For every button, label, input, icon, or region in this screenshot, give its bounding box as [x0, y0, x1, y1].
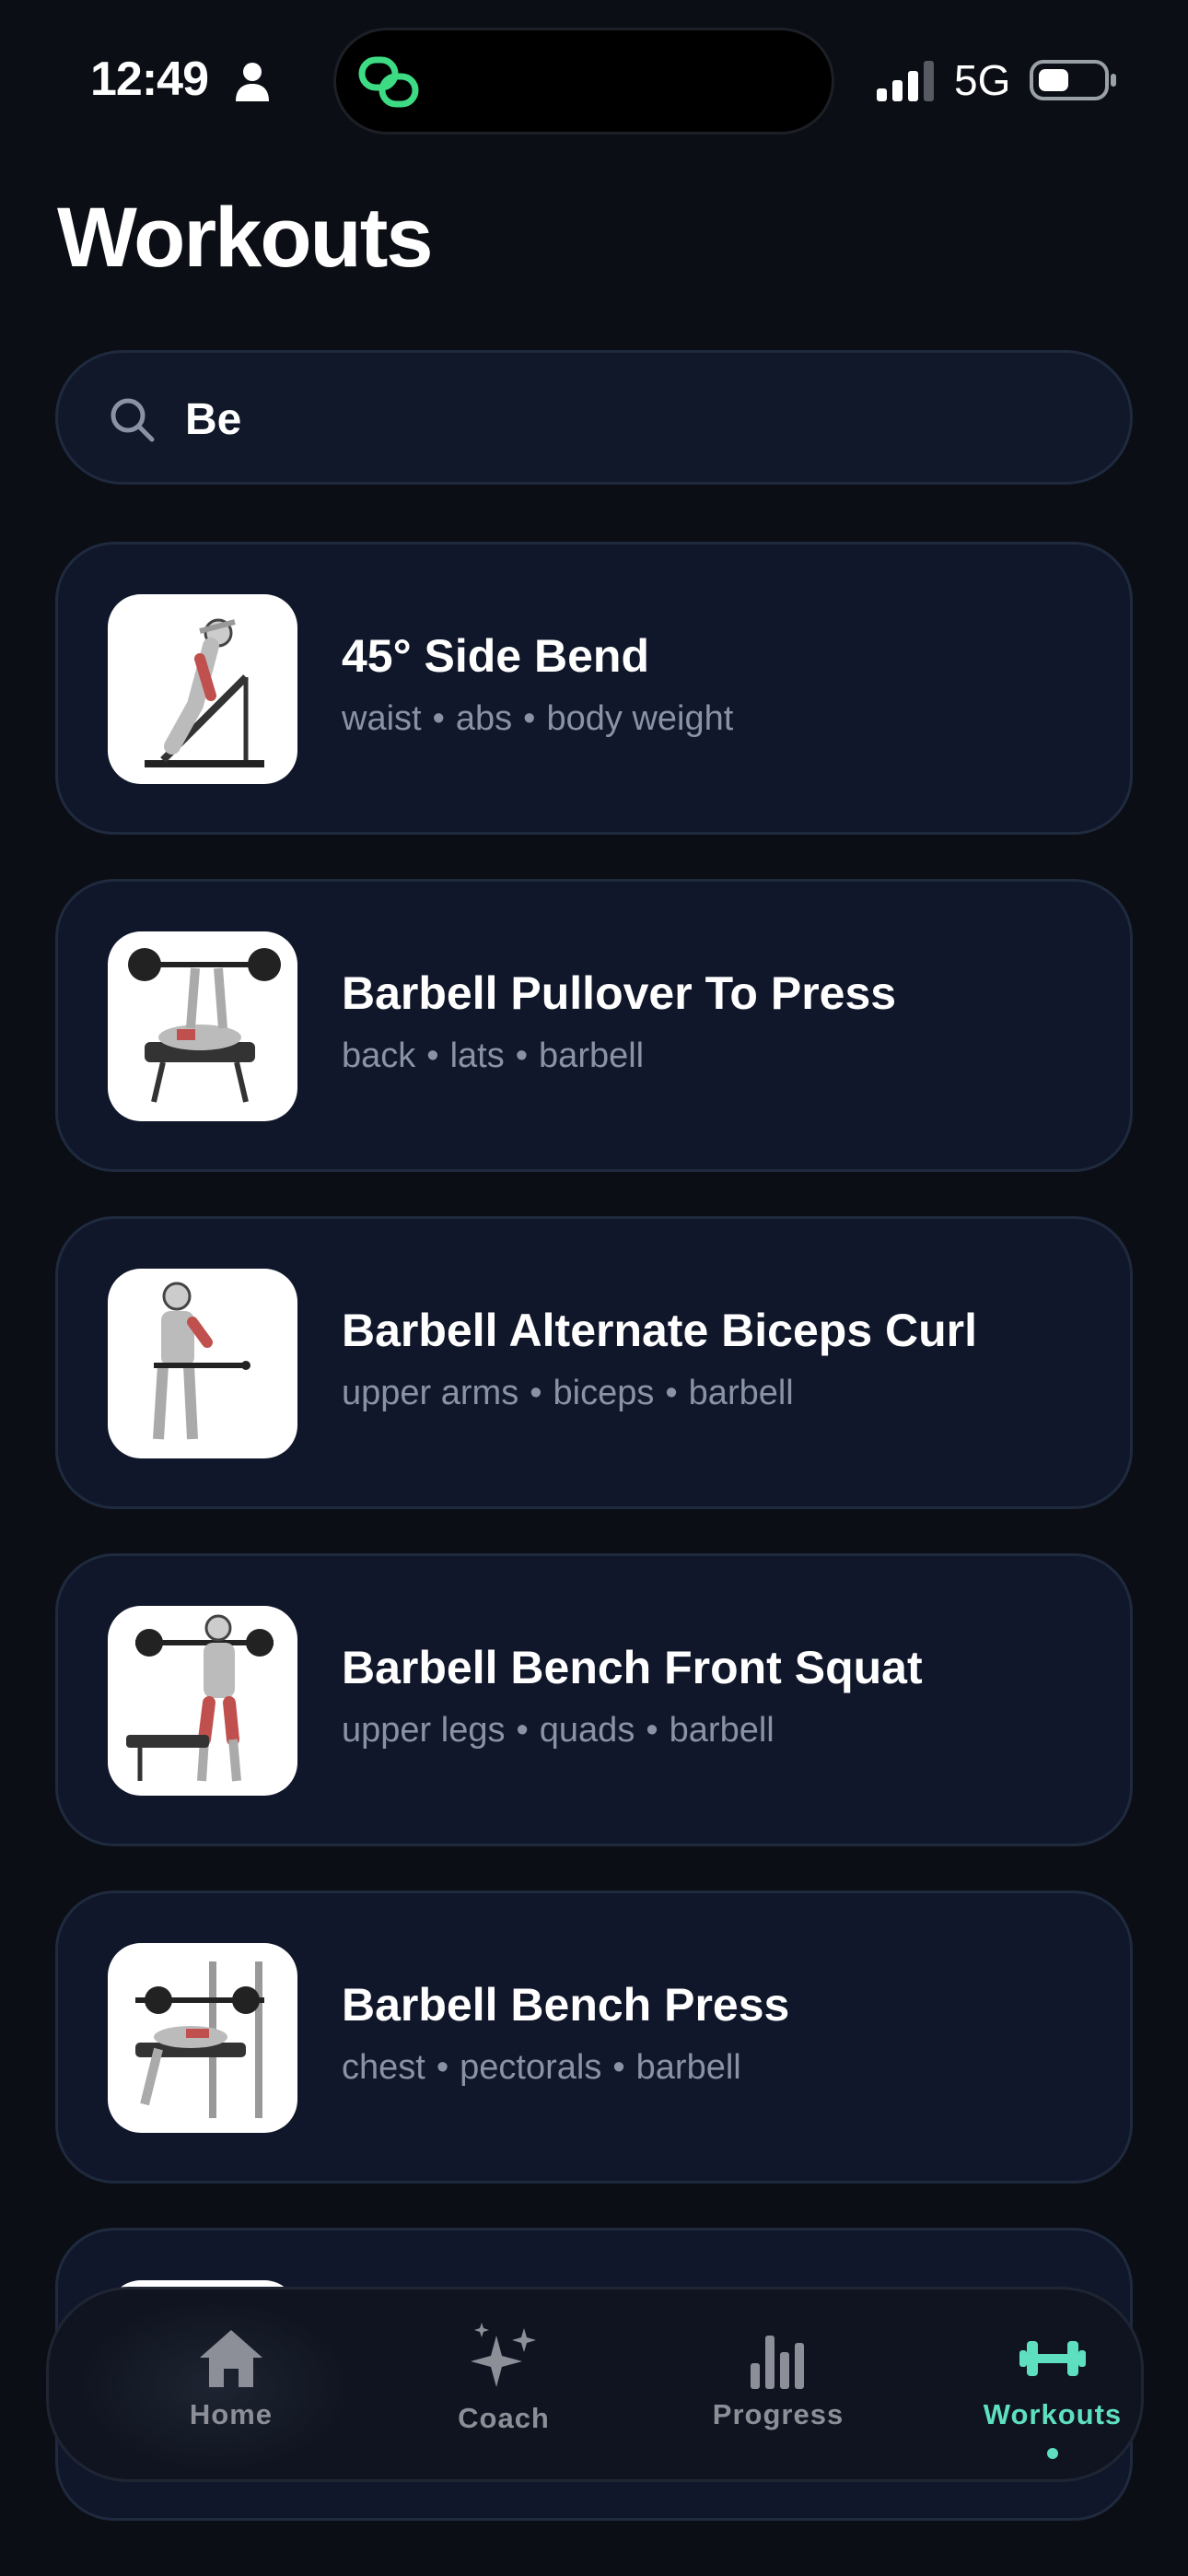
exercise-card[interactable]: Barbell Pullover To Press back • lats • barb… — [55, 879, 1133, 1172]
signal-icon — [877, 61, 934, 101]
meta-separator: • — [530, 1374, 542, 1412]
meta-separator: • — [612, 2048, 625, 2087]
exercise-thumbnail — [108, 594, 297, 784]
sparkles-icon — [471, 2323, 536, 2387]
exercise-name: Barbell Pullover To Press — [342, 967, 897, 1019]
bar-chart-icon — [751, 2336, 804, 2389]
tab-bar: Home Coach Progress Workouts — [46, 2287, 1144, 2482]
network-type: 5G — [954, 56, 1011, 104]
tab-label: Progress — [712, 2398, 844, 2430]
meta-separator: • — [516, 1711, 529, 1750]
exercise-name: 45° Side Bend — [342, 630, 649, 682]
exercise-thumbnail — [108, 931, 297, 1121]
exercise-equipment: barbell — [669, 1711, 775, 1750]
active-tab-indicator — [1047, 2448, 1058, 2459]
exercise-meta: chest • pectorals • barbell — [342, 2048, 741, 2088]
exercise-name: Barbell Bench Front Squat — [342, 1642, 923, 1693]
exercise-card[interactable]: Barbell Bench Press chest • pectorals • barb… — [55, 1891, 1133, 2184]
exercise-name: Barbell Alternate Biceps Curl — [342, 1305, 978, 1356]
exercise-equipment: barbell — [635, 2048, 741, 2087]
dumbbell-icon — [1019, 2341, 1086, 2376]
meta-separator: • — [432, 699, 445, 738]
exercise-meta: upper legs • quads • barbell — [342, 1711, 775, 1751]
search-bar[interactable] — [55, 350, 1133, 485]
exercise-card[interactable]: Barbell Alternate Biceps Curl upper arms… — [55, 1216, 1133, 1509]
meta-separator: • — [523, 699, 536, 738]
person-icon — [236, 63, 269, 101]
exercise-meta: upper arms • biceps • barbell — [342, 1374, 794, 1413]
exercise-meta: waist • abs • body weight — [342, 699, 733, 739]
exercise-thumbnail — [108, 1943, 297, 2133]
home-icon — [200, 2330, 262, 2387]
tab-progress[interactable]: Progress — [642, 2289, 914, 2485]
status-bar: 12:49 5G — [0, 0, 1188, 166]
exercise-card[interactable]: 45° Side Bend waist • abs • body weight — [55, 542, 1133, 835]
meta-separator: • — [426, 1036, 439, 1075]
tab-label: Coach — [458, 2402, 550, 2434]
exercise-meta: back • lats • barbell — [342, 1036, 644, 1076]
exercise-card[interactable]: Barbell Bench Front Squat upper legs • qua… — [55, 1553, 1133, 1846]
meta-separator: • — [646, 1711, 658, 1750]
exercise-target: lats — [449, 1036, 505, 1075]
exercise-body-part: waist — [342, 699, 422, 738]
page-title: Workouts — [57, 191, 434, 285]
exercise-body-part: upper legs — [342, 1711, 506, 1750]
tab-home[interactable]: Home — [95, 2289, 367, 2485]
dynamic-island — [333, 28, 834, 135]
exercise-target: quads — [539, 1711, 635, 1750]
meta-separator: • — [436, 2048, 449, 2087]
tab-workouts[interactable]: Workouts — [916, 2289, 1188, 2485]
exercise-target: biceps — [553, 1374, 655, 1412]
chain-link-icon — [358, 56, 419, 108]
exercise-target: pectorals — [460, 2048, 602, 2087]
exercise-body-part: upper arms — [342, 1374, 519, 1412]
meta-separator: • — [665, 1374, 678, 1412]
search-input[interactable] — [185, 382, 1088, 456]
search-icon — [111, 398, 155, 442]
exercise-equipment: barbell — [539, 1036, 645, 1075]
tab-label: Workouts — [983, 2398, 1123, 2430]
exercise-body-part: chest — [342, 2048, 425, 2087]
exercise-equipment: body weight — [546, 699, 734, 738]
workouts-screen: 12:49 5G Workouts Be 45° Side Bend waist… — [0, 0, 1188, 2576]
battery-icon — [1030, 60, 1116, 100]
meta-separator: • — [515, 1036, 529, 1075]
tab-label: Home — [189, 2398, 274, 2430]
tab-coach[interactable]: Coach — [367, 2289, 640, 2485]
status-time: 12:49 — [90, 53, 209, 106]
exercise-target: abs — [455, 699, 513, 738]
exercise-body-part: back — [342, 1036, 416, 1075]
exercise-thumbnail — [108, 1269, 297, 1458]
exercise-equipment: barbell — [688, 1374, 794, 1412]
exercise-name: Barbell Bench Press — [342, 1979, 790, 2031]
exercise-thumbnail — [108, 1606, 297, 1796]
